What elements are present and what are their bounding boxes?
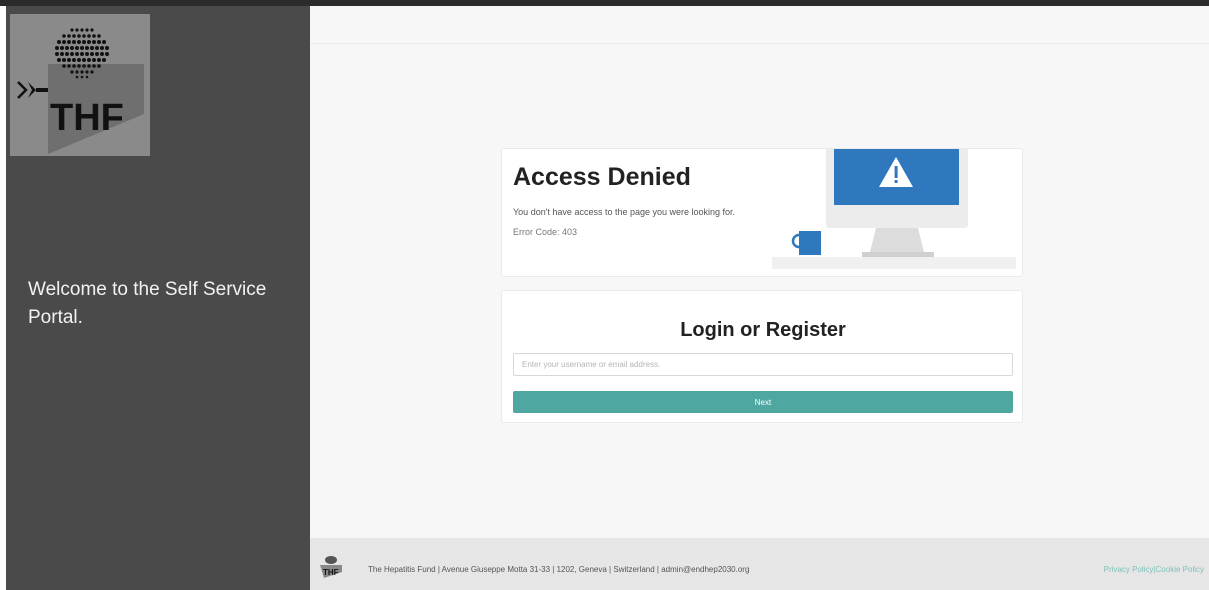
error-code: Error Code: 403 bbox=[513, 227, 578, 237]
logo-text: THF bbox=[50, 97, 124, 139]
next-button[interactable]: Next bbox=[513, 391, 1013, 413]
thf-logo-graphic: THF bbox=[17, 28, 144, 154]
footer: THF The Hepatitis Fund | Avenue Giuseppe… bbox=[310, 538, 1209, 590]
access-denied-card: Access Denied You don't have access to t… bbox=[501, 148, 1023, 277]
privacy-policy-link[interactable]: Privacy Policy bbox=[1104, 565, 1154, 574]
thf-logo: THF bbox=[10, 14, 150, 156]
main-content: Access Denied You don't have access to t… bbox=[310, 6, 1209, 538]
monitor-stand bbox=[870, 228, 924, 252]
footer-links: Privacy Policy|Cookie Policy bbox=[1104, 565, 1204, 574]
username-input[interactable] bbox=[513, 353, 1013, 376]
footer-logo-globe bbox=[325, 556, 337, 564]
main-header bbox=[310, 6, 1209, 44]
footer-address: The Hepatitis Fund | Avenue Giuseppe Mot… bbox=[368, 565, 750, 574]
cookie-policy-link[interactable]: Cookie Policy bbox=[1156, 565, 1204, 574]
login-card: Login or Register Next bbox=[501, 290, 1023, 423]
desk-surface bbox=[772, 257, 1016, 269]
access-denied-title: Access Denied bbox=[513, 163, 691, 191]
page: THF Welcome to the Self Service Portal. … bbox=[0, 0, 1209, 590]
coffee-mug-icon bbox=[791, 231, 821, 255]
welcome-text: Welcome to the Self Service Portal. bbox=[28, 279, 267, 328]
access-denied-message: You don't have access to the page you we… bbox=[513, 207, 736, 217]
monitor-base bbox=[862, 252, 934, 257]
login-title: Login or Register bbox=[680, 319, 846, 341]
monitor-illustration bbox=[772, 149, 1016, 269]
footer-logo-text: THF bbox=[323, 568, 339, 577]
logo-arrows bbox=[17, 81, 48, 99]
footer-thf-logo: THF bbox=[320, 556, 342, 578]
sidebar: THF Welcome to the Self Service Portal. bbox=[6, 6, 310, 590]
